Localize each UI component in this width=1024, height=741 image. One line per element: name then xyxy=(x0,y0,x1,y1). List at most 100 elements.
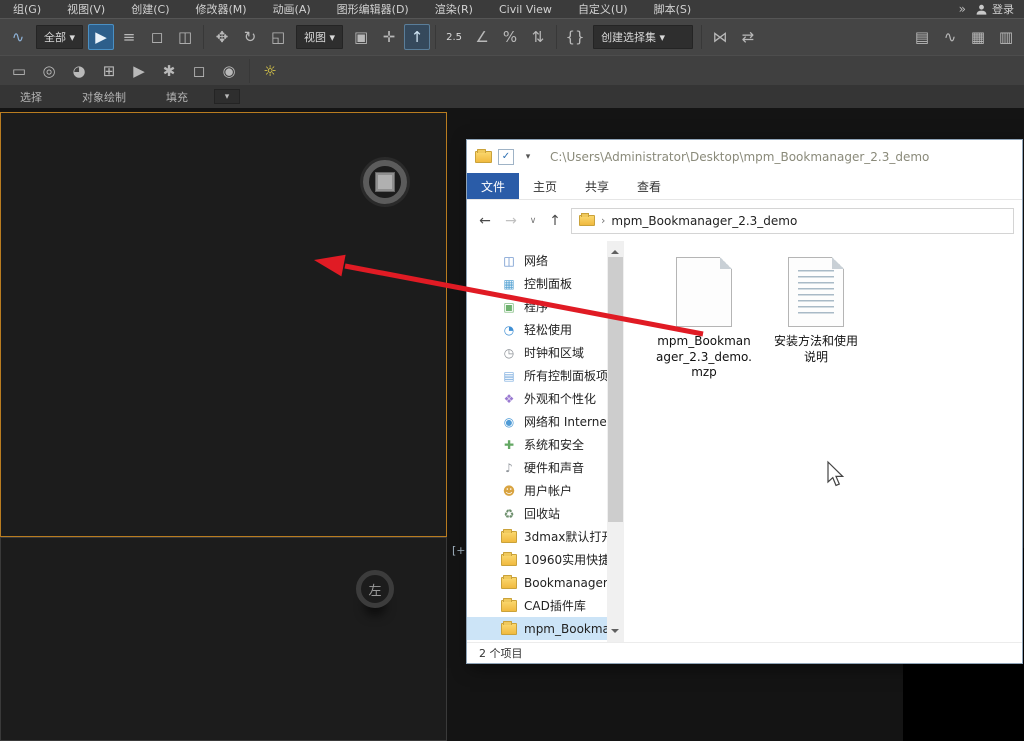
explorer-body: ◫ 网络 ▦ 控制面板 ▣ 程序 ◔ 轻松使用 ◷ 时钟和区域 ▤ 所有控制面板… xyxy=(467,241,1022,642)
sidebar-item[interactable]: Bookmanager v xyxy=(467,571,607,594)
add-grid-icon[interactable]: ⊞ xyxy=(96,58,122,84)
explorer-menu-tab[interactable]: 主页 xyxy=(519,173,571,199)
screen: 组(G) 视图(V) 创建(C) 修改器(M) 动画(A) 图形编辑器(D) 渲染(R) Ci… xyxy=(0,0,1024,741)
ribbon-dropdown-icon[interactable]: ▾ xyxy=(214,89,240,104)
address-bar[interactable]: › mpm_Bookmanager_2.3_demo xyxy=(571,207,1014,234)
login-label: 登录 xyxy=(992,3,1014,16)
arc-rotate-icon[interactable]: ◎ xyxy=(36,58,62,84)
file-item[interactable]: 安装方法和使用 说明 xyxy=(760,257,872,365)
schematic-view-icon[interactable]: ▦ xyxy=(965,24,991,50)
snaps-toggle-icon[interactable]: 2.5 xyxy=(441,24,467,50)
secondary-toolbar: ▭ ◎ ◕ ⊞ ▶ ✱ ◻ ◉ ☼ xyxy=(0,55,1024,85)
layer-explorer-icon[interactable]: ▤ xyxy=(909,24,935,50)
reference-coordinate-dropdown[interactable]: 视图 ▾ xyxy=(296,25,344,49)
scroll-up-icon[interactable] xyxy=(611,246,619,254)
selection-filter-dropdown[interactable]: 全部 ▾ xyxy=(36,25,84,49)
ribbon-tab[interactable]: 对象绘制 xyxy=(62,89,146,105)
explorer-menu-tab[interactable]: 文件 xyxy=(467,173,520,199)
named-selection-set-dropdown[interactable]: 创建选择集 ▾ xyxy=(593,25,694,49)
curve-editor-icon[interactable]: ∿ xyxy=(937,24,963,50)
orbit-icon[interactable]: ◕ xyxy=(66,58,92,84)
material-editor-icon[interactable]: ▥ xyxy=(993,24,1019,50)
ribbon-tab[interactable]: 填充 xyxy=(146,89,208,105)
window-crossing-icon[interactable]: ◫ xyxy=(172,24,198,50)
selection-region-icon[interactable]: ◻ xyxy=(144,24,170,50)
align-icon[interactable]: ⇄ xyxy=(735,24,761,50)
sidebar-item[interactable]: mpm_Bookman xyxy=(467,617,607,640)
address-folder-icon xyxy=(579,213,595,226)
select-and-scale-icon[interactable]: ◱ xyxy=(265,24,291,50)
menu-item[interactable]: Civil View xyxy=(486,3,565,16)
scrollbar-thumb[interactable] xyxy=(608,257,623,522)
toolbar-overflow-icon[interactable]: » xyxy=(959,2,966,16)
menu-item[interactable]: 创建(C) xyxy=(118,1,182,17)
sidebar-item[interactable]: 3dmax默认打开 xyxy=(467,525,607,548)
customize-quick-access-icon[interactable]: ▾ xyxy=(520,149,536,165)
sidebar-item[interactable]: ☻ 用户帐户 xyxy=(467,479,607,502)
menu-item[interactable]: 渲染(R) xyxy=(422,1,486,17)
menu-item[interactable]: 脚本(S) xyxy=(641,1,705,17)
viewport-bottom[interactable]: 左 xyxy=(0,537,447,741)
viewport-top[interactable] xyxy=(0,112,447,537)
sidebar-item[interactable]: ◔ 轻松使用 xyxy=(467,318,607,341)
sidebar-item[interactable]: ◷ 时钟和区域 xyxy=(467,341,607,364)
use-pivot-point-icon[interactable]: ▣ xyxy=(348,24,374,50)
sidebar-item[interactable]: ▤ 所有控制面板项 xyxy=(467,364,607,387)
angle-snap-icon[interactable]: ∠ xyxy=(469,24,495,50)
select-and-move-icon[interactable]: ✥ xyxy=(209,24,235,50)
lightbulb-icon[interactable]: ☼ xyxy=(257,58,283,84)
explorer-menu-tab[interactable]: 查看 xyxy=(623,173,675,199)
region-box-icon[interactable]: ◻ xyxy=(186,58,212,84)
sidebar-item[interactable]: ♻ 回收站 xyxy=(467,502,607,525)
navigation-wheel-center[interactable] xyxy=(375,172,395,192)
viewport-label-partial[interactable]: [+ xyxy=(452,544,466,557)
sidebar-item-label: 系统和安全 xyxy=(524,438,585,452)
select-object-icon[interactable]: ▶ xyxy=(88,24,115,50)
sidebar-item[interactable]: ▣ 程序 xyxy=(467,295,607,318)
menu-item[interactable]: 修改器(M) xyxy=(182,1,259,17)
edit-named-selection-sets-icon[interactable]: {} xyxy=(562,24,588,50)
login-button[interactable]: 登录 xyxy=(976,1,1014,17)
recent-locations-dropdown-icon[interactable]: ∨ xyxy=(527,216,539,226)
keyboard-override-icon[interactable]: ↑ xyxy=(404,24,431,50)
cluster-icon[interactable]: ✱ xyxy=(156,58,182,84)
sidebar-item[interactable]: ✚ 系统和安全 xyxy=(467,433,607,456)
up-button[interactable]: ↑ xyxy=(545,213,565,229)
select-and-manipulate-icon[interactable]: ✛ xyxy=(376,24,402,50)
menu-item[interactable]: 组(G) xyxy=(0,1,54,17)
spinner-snap-icon[interactable]: ⇅ xyxy=(525,24,551,50)
scroll-down-icon[interactable] xyxy=(611,629,619,637)
sidebar-item[interactable]: ▦ 控制面板 xyxy=(467,272,607,295)
menu-item[interactable]: 视图(V) xyxy=(54,1,118,17)
explorer-menu-tab[interactable]: 共享 xyxy=(571,173,623,199)
play-icon[interactable]: ▶ xyxy=(126,58,152,84)
toolbar-separator xyxy=(435,25,437,49)
sidebar-item[interactable]: ❖ 外观和个性化 xyxy=(467,387,607,410)
folder-icon[interactable] xyxy=(475,148,492,163)
mirror-icon[interactable]: ⋈ xyxy=(707,24,733,50)
sidebar-item[interactable]: 10960实用快捷 xyxy=(467,548,607,571)
left-view-gizmo[interactable]: 左 xyxy=(356,570,394,608)
file-name: mpm_Bookman ager_2.3_demo. mzp xyxy=(655,334,752,380)
file-item[interactable]: mpm_Bookman ager_2.3_demo. mzp xyxy=(648,257,760,381)
back-button[interactable]: ← xyxy=(475,213,495,229)
select-and-link-icon[interactable]: ∿ xyxy=(5,24,31,50)
menu-item[interactable]: 自定义(U) xyxy=(565,1,641,17)
menu-item[interactable]: 动画(A) xyxy=(260,1,324,17)
sidebar-item[interactable]: ◉ 网络和 Interne xyxy=(467,410,607,433)
select-by-name-icon[interactable]: ≡ xyxy=(116,24,142,50)
ribbon-tab[interactable]: 选择 xyxy=(0,89,62,105)
eye-icon[interactable]: ◉ xyxy=(216,58,242,84)
sidebar-item[interactable]: ♪ 硬件和声音 xyxy=(467,456,607,479)
forward-button[interactable]: → xyxy=(501,213,521,229)
properties-check-icon[interactable]: ✓ xyxy=(498,148,514,165)
sidebar-scrollbar[interactable] xyxy=(607,241,624,642)
sidebar-item-label: 轻松使用 xyxy=(524,323,573,337)
menu-item[interactable]: 图形编辑器(D) xyxy=(324,1,422,17)
sidebar-item[interactable]: CAD插件库 xyxy=(467,594,607,617)
navigation-wheel-gizmo[interactable] xyxy=(363,160,407,204)
viewport-layout-icon[interactable]: ▭ xyxy=(6,58,32,84)
percent-snap-icon[interactable]: % xyxy=(497,24,523,50)
sidebar-item[interactable]: ◫ 网络 xyxy=(467,249,607,272)
select-and-rotate-icon[interactable]: ↻ xyxy=(237,24,263,50)
